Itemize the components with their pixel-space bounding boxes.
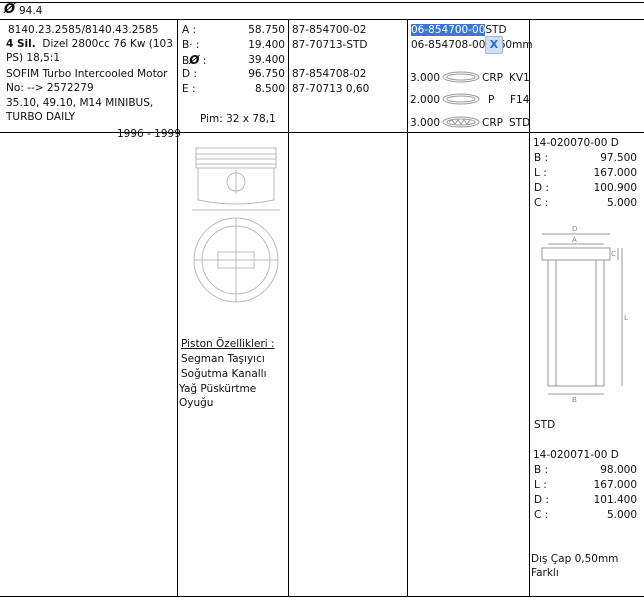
dim-b-value: 19.400 <box>248 39 285 51</box>
engine-description: 4 Sil. Dizel 2800cc 76 Kw (103 PS) 18,5:… <box>6 37 174 65</box>
ring-type: CRP <box>482 72 503 84</box>
liner-spec-label: L : <box>534 479 547 491</box>
dim-b-diameter-colon: : <box>199 55 207 67</box>
liner-spec-value: 101.400 <box>593 494 637 506</box>
ring-code: KV1 <box>509 72 530 84</box>
col-divider-1 <box>177 19 178 596</box>
liner-spec-label: L : <box>534 167 547 179</box>
piston-feature-item: Soğutma Kanallı <box>181 368 267 380</box>
liner-diagram-c-label: C <box>611 250 616 258</box>
liner-code: 14-020071-00 D <box>533 449 619 461</box>
oil-ring-icon <box>442 116 480 128</box>
part-number: 87-70713-STD <box>292 39 368 51</box>
copy-badge-icon[interactable]: X <box>485 36 503 54</box>
ring-thickness: 2.000 <box>410 94 441 106</box>
liner-spec-value: 167.000 <box>593 167 637 179</box>
row-divider <box>0 132 644 133</box>
col-divider-3 <box>407 19 408 596</box>
part-number: 87-854708-02 <box>292 68 367 80</box>
piston-feature-item: Yağ Püskürtme Oyuğu <box>179 383 257 409</box>
liner-spec-label: D : <box>534 182 549 194</box>
liner-spec-value: 100.900 <box>593 182 637 194</box>
header-divider <box>0 19 644 20</box>
liner-spec-value: 5.000 <box>606 197 637 209</box>
diameter-symbol: Ø <box>4 2 16 17</box>
dim-d-value: 96.750 <box>248 68 285 80</box>
piston-drawing <box>192 147 280 303</box>
ring-type: CRP <box>482 117 503 129</box>
dim-e-value: 8.500 <box>254 83 285 95</box>
top-border <box>0 2 644 3</box>
liner-diagram-b-label: B <box>572 396 577 404</box>
pin-size: Pim: 32 x 78,1 <box>200 113 276 125</box>
liner-code: 14-020070-00 D <box>533 137 619 149</box>
col-divider-2 <box>288 19 289 596</box>
ring-code: STD <box>509 117 531 129</box>
ring-code: F14 <box>510 94 530 106</box>
dim-a-label: A : <box>182 24 197 36</box>
diameter-small-icon: Ø <box>189 53 200 67</box>
plain-ring-icon <box>442 93 480 105</box>
liner-spec-value: 98.000 <box>600 464 637 476</box>
dim-b-diameter-label: BØ : <box>182 53 206 68</box>
diameter-value: 94.4 <box>19 5 43 17</box>
part-number: 87-70713 0,60 <box>292 83 370 95</box>
dim-d-label: D : <box>182 68 197 80</box>
ring-set-oversize: 06-854708-00 0,60mm <box>411 39 533 51</box>
engine-codes: 8140.23.2585/8140.43.2585 <box>8 24 159 36</box>
dim-b-label: B· : <box>182 39 200 51</box>
dim-a-value: 58.750 <box>248 24 285 36</box>
piston-feature-item: Segman Taşıyıcı <box>181 353 265 365</box>
liner-std-label: STD <box>534 419 556 431</box>
production-years: 1996 - 1999 <box>117 128 181 140</box>
liner-diagram-l-label: L <box>624 314 628 322</box>
liner-spec-value: 5.000 <box>606 509 637 521</box>
ring-thickness: 3.000 <box>410 72 441 84</box>
compression-ring-icon <box>442 71 480 83</box>
cylinder-count: 4 Sil. <box>6 38 36 50</box>
piston-features-title: Piston Özellikleri : <box>181 338 275 350</box>
dim-e-label: E : <box>182 83 196 95</box>
liner-spec-label: B : <box>534 152 549 164</box>
ring-thickness: 3.000 <box>410 117 441 129</box>
part-number: 87-854700-02 <box>292 24 367 36</box>
liner-spec-value: 167.000 <box>593 479 637 491</box>
engine-note: SOFIM Turbo Intercooled Motor No: --> 25… <box>6 68 168 94</box>
dim-b-diameter-value: 39.400 <box>248 54 285 66</box>
liner-note: Dış Çap 0,50mm Farklı <box>531 553 619 579</box>
liner-diagram-d-label: D <box>572 225 577 233</box>
liner-drawing: D A C L B <box>541 225 628 404</box>
vehicle-models: 35.10, 49.10, M14 MINIBUS, TURBO DAILY <box>6 97 154 123</box>
liner-spec-label: B : <box>534 464 549 476</box>
ring-set-selected-code[interactable]: 06-854700-00 <box>411 24 486 36</box>
liner-spec-label: C : <box>534 197 549 209</box>
ring-set-selected-suffix: STD <box>485 24 507 36</box>
ring-set-selected[interactable]: 06-854700-00STD <box>411 23 507 37</box>
liner-spec-label: D : <box>534 494 549 506</box>
liner-spec-value: 97.500 <box>600 152 637 164</box>
ring-type: P <box>488 94 495 106</box>
bottom-border <box>0 596 644 597</box>
liner-spec-label: C : <box>534 509 549 521</box>
liner-diagram-a-label: A <box>572 236 577 244</box>
